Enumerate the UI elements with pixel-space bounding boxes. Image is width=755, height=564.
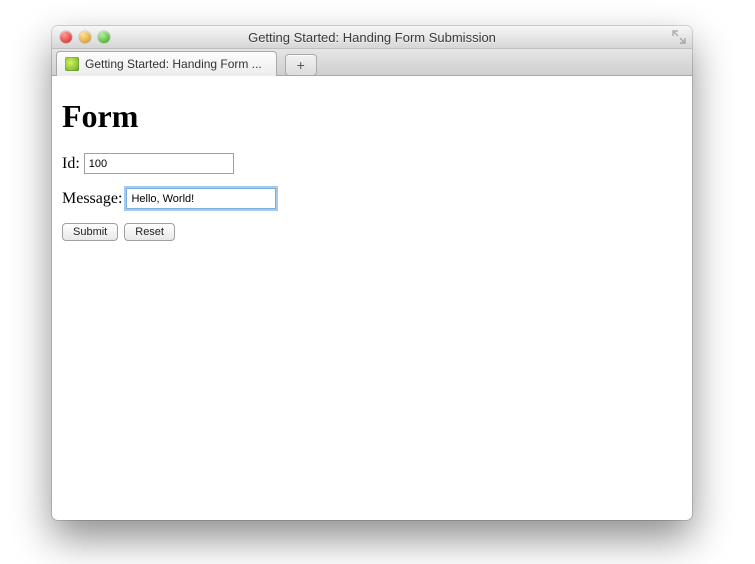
- message-input[interactable]: [126, 188, 276, 209]
- page-heading: Form: [62, 98, 682, 135]
- message-label: Message:: [62, 190, 122, 208]
- tab-current[interactable]: Getting Started: Handing Form ...: [56, 51, 277, 76]
- plus-icon: +: [297, 57, 305, 73]
- window-controls: [52, 26, 110, 48]
- window-title: Getting Started: Handing Form Submission: [248, 30, 496, 45]
- id-input[interactable]: [84, 153, 234, 174]
- tabstrip: Getting Started: Handing Form ... +: [52, 49, 692, 76]
- browser-window: Getting Started: Handing Form Submission…: [52, 26, 692, 520]
- new-tab-button[interactable]: +: [285, 54, 317, 76]
- close-button[interactable]: [60, 31, 72, 43]
- tab-label: Getting Started: Handing Form ...: [85, 57, 262, 71]
- fullscreen-icon[interactable]: [672, 30, 686, 44]
- window-titlebar[interactable]: Getting Started: Handing Form Submission: [52, 26, 692, 49]
- id-label: Id:: [62, 155, 80, 173]
- form-row-id: Id:: [62, 153, 682, 174]
- submit-button[interactable]: Submit: [62, 223, 118, 241]
- form-buttons: Submit Reset: [62, 223, 682, 241]
- minimize-button[interactable]: [79, 31, 91, 43]
- page-content: Form Id: Message: Submit Reset: [52, 76, 692, 249]
- spring-leaf-icon: [65, 57, 79, 71]
- zoom-button[interactable]: [98, 31, 110, 43]
- reset-button[interactable]: Reset: [124, 223, 175, 241]
- form-row-message: Message:: [62, 188, 682, 209]
